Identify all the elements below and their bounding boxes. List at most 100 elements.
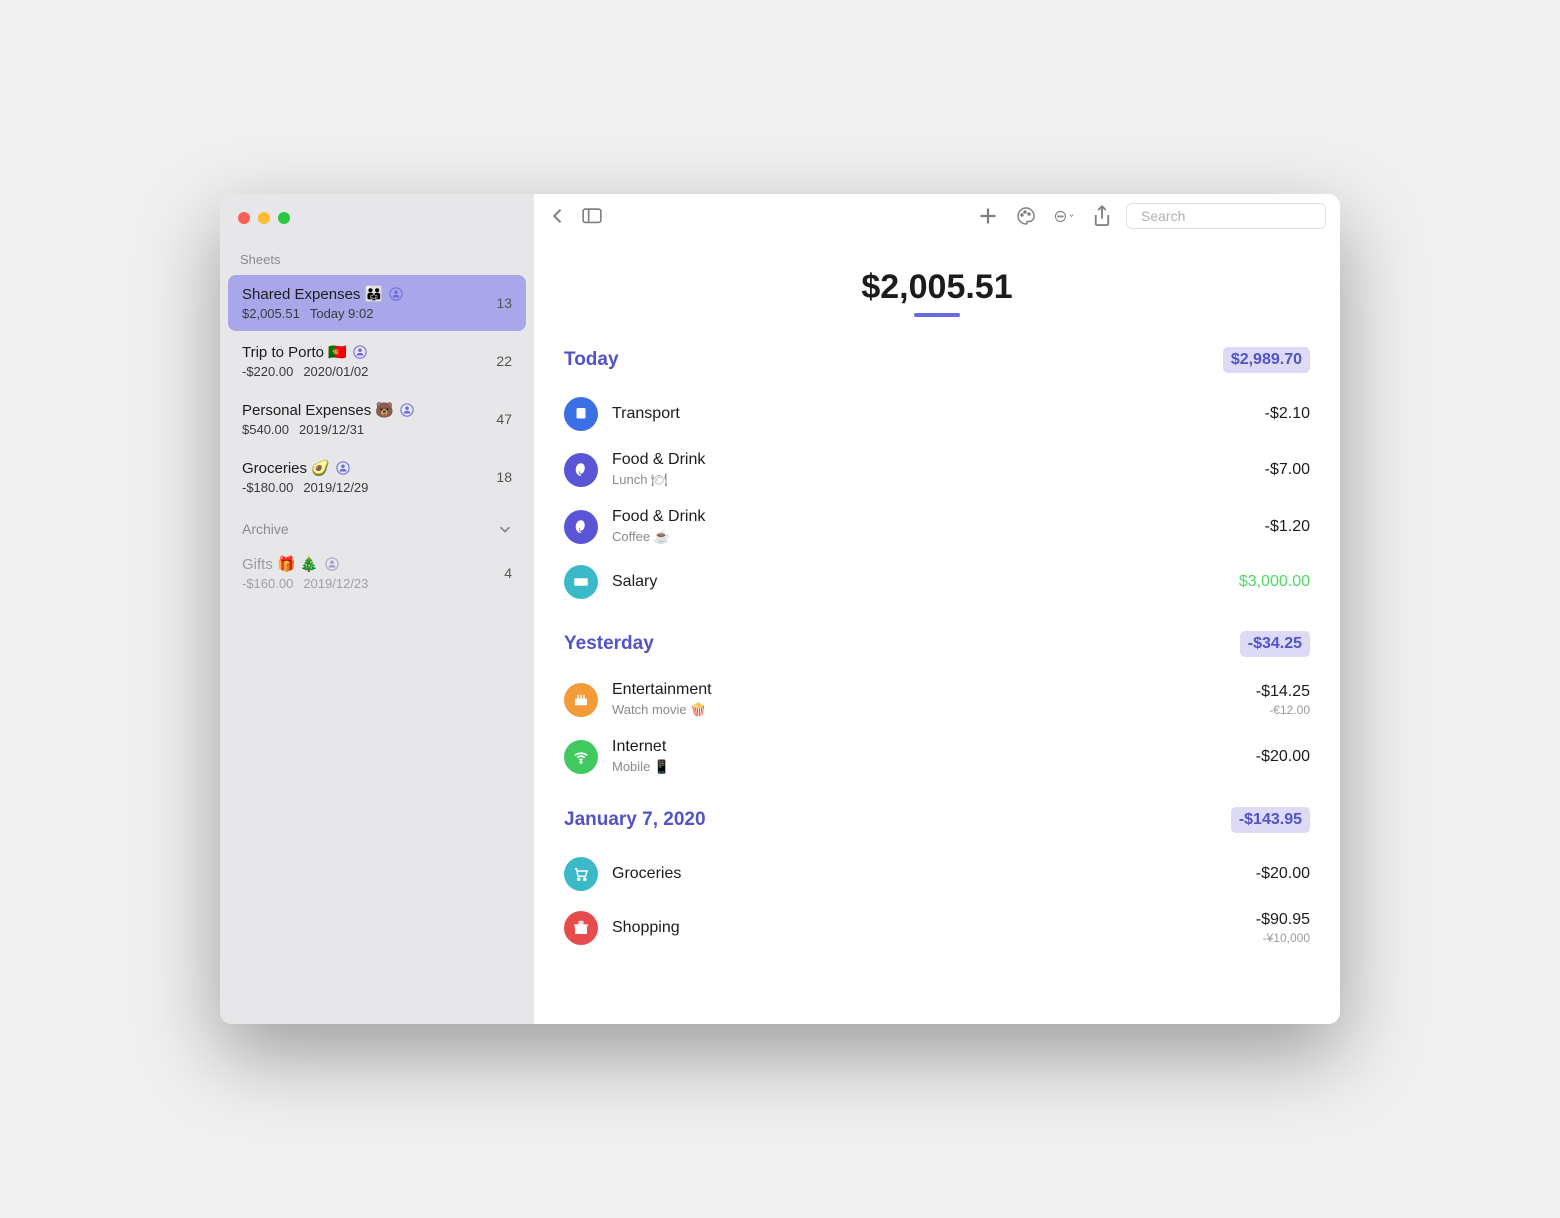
add-button[interactable] — [978, 206, 998, 226]
section-header: January 7, 2020 -$143.95 — [564, 807, 1310, 833]
sheet-total: $2,005.51 — [564, 268, 1310, 317]
sidebar-toggle-button[interactable] — [582, 206, 602, 226]
category-icon — [564, 857, 598, 891]
sheet-subtitle: -$180.00 2019/12/29 — [242, 480, 488, 495]
sheet-item[interactable]: Groceries 🥑 -$180.00 2019/12/29 18 — [228, 449, 526, 505]
transaction-info: Salary — [612, 573, 1225, 591]
app-window: Sheets Shared Expenses 👨‍👨‍👧 $2,005.51 Tod… — [220, 194, 1340, 1024]
more-menu-button[interactable] — [1054, 206, 1074, 226]
palette-button[interactable] — [1016, 206, 1036, 226]
transaction-amounts: -$20.00 — [1256, 748, 1310, 766]
section-sum: -$143.95 — [1231, 807, 1310, 833]
transaction-amount: -$20.00 — [1256, 748, 1310, 766]
minimize-window-button[interactable] — [258, 212, 270, 224]
transaction-info: Shopping — [612, 919, 1242, 937]
transaction-category: Groceries — [612, 865, 1242, 883]
maximize-window-button[interactable] — [278, 212, 290, 224]
total-amount: $2,005.51 — [564, 268, 1310, 307]
sheet-amount: -$160.00 — [242, 576, 293, 591]
transaction-note: Lunch 🍽 — [612, 472, 1251, 488]
search-input[interactable] — [1141, 208, 1322, 224]
transaction-row[interactable]: Food & Drink Coffee ☕ -$1.20 — [564, 498, 1310, 555]
transaction-category: Food & Drink — [612, 451, 1251, 469]
transaction-row[interactable]: Shopping -$90.95 -¥10,000 — [564, 901, 1310, 955]
sheet-amount: -$220.00 — [242, 364, 293, 379]
transaction-category: Transport — [612, 405, 1251, 423]
transaction-amounts: -$90.95 -¥10,000 — [1256, 911, 1310, 945]
transaction-category: Food & Drink — [612, 508, 1251, 526]
category-icon — [564, 740, 598, 774]
transaction-row[interactable]: Transport -$2.10 — [564, 387, 1310, 441]
sheet-item[interactable]: Trip to Porto 🇵🇹-$220.002020/01/0222 — [228, 333, 526, 389]
transaction-amounts: -$7.00 — [1265, 461, 1310, 479]
shared-icon — [336, 461, 350, 475]
transaction-amount: -$20.00 — [1256, 865, 1310, 883]
sheet-amount: $2,005.51 — [242, 306, 300, 321]
sheet-item[interactable]: Personal Expenses 🐻$540.002019/12/3147 — [228, 391, 526, 447]
sheet-subtitle: $540.00 2019/12/31 — [242, 422, 488, 437]
sheet-item[interactable]: Gifts 🎁 🎄 -$160.002019/12/234 — [228, 545, 526, 601]
transaction-info: Food & Drink Lunch 🍽 — [612, 451, 1251, 488]
transaction-amounts: -$14.25-€12.00 — [1256, 683, 1310, 717]
transaction-info: Groceries — [612, 865, 1242, 883]
sheet-amount: $540.00 — [242, 422, 289, 437]
share-button[interactable] — [1092, 206, 1112, 226]
sheet-date: 2019/12/29 — [303, 480, 368, 495]
shared-icon — [400, 403, 414, 417]
archive-toggle[interactable]: Archive — [220, 507, 534, 545]
category-icon — [564, 911, 598, 945]
transaction-row[interactable]: Entertainment Watch movie 🍿 -$14.25-€12.00 — [564, 671, 1310, 728]
section-title: Yesterday — [564, 633, 654, 655]
sheet-title: Trip to Porto 🇵🇹 — [242, 343, 488, 361]
transaction-amount-secondary: -€12.00 — [1256, 703, 1310, 717]
transaction-category: Shopping — [612, 919, 1242, 937]
sheet-title: Shared Expenses 👨‍👨‍👧 — [242, 285, 488, 303]
transaction-row[interactable]: Salary $3,000.00 — [564, 555, 1310, 609]
transaction-row[interactable]: Groceries -$20.00 — [564, 847, 1310, 901]
transaction-sections: Today$2,989.70 Transport -$2.10 Food & Drin… — [564, 347, 1310, 955]
transaction-row[interactable]: Food & Drink Lunch 🍽 -$7.00 — [564, 441, 1310, 498]
content-scroll[interactable]: $2,005.51 Today$2,989.70 Transport -$2.10 F… — [534, 238, 1340, 1024]
category-icon — [564, 510, 598, 544]
sheet-count: 18 — [488, 469, 512, 485]
transaction-note: Coffee ☕ — [612, 529, 1251, 545]
transaction-note: Mobile 📱 — [612, 759, 1242, 775]
transaction-category: Entertainment — [612, 681, 1242, 699]
sheet-count: 4 — [496, 565, 512, 581]
sheet-date: 2019/12/31 — [299, 422, 364, 437]
sheet-date: Today 9:02 — [310, 306, 374, 321]
toolbar-actions — [978, 206, 1112, 226]
close-window-button[interactable] — [238, 212, 250, 224]
transaction-amount: -$1.20 — [1265, 518, 1310, 536]
section-title: January 7, 2020 — [564, 809, 706, 831]
shared-icon — [325, 557, 339, 571]
transaction-amounts: -$1.20 — [1265, 518, 1310, 536]
sheet-subtitle: $2,005.51 Today 9:02 — [242, 306, 488, 321]
transaction-row[interactable]: InternetMobile 📱-$20.00 — [564, 728, 1310, 785]
sheet-count: 22 — [488, 353, 512, 369]
section-header: Yesterday-$34.25 — [564, 631, 1310, 657]
shared-icon — [389, 287, 403, 301]
sheet-title: Gifts 🎁 🎄 — [242, 555, 496, 573]
sheet-item[interactable]: Shared Expenses 👨‍👨‍👧 $2,005.51 Today 9:02… — [228, 275, 526, 331]
back-button[interactable] — [548, 206, 568, 226]
transaction-info: Entertainment Watch movie 🍿 — [612, 681, 1242, 718]
section-header: Today$2,989.70 — [564, 347, 1310, 373]
sheet-subtitle: -$160.002019/12/23 — [242, 576, 496, 591]
toolbar — [534, 194, 1340, 238]
transaction-note: Watch movie 🍿 — [612, 702, 1242, 718]
search-box[interactable] — [1126, 203, 1326, 229]
sheet-list: Shared Expenses 👨‍👨‍👧 $2,005.51 Today 9:02… — [220, 275, 534, 507]
transaction-info: Food & Drink Coffee ☕ — [612, 508, 1251, 545]
transaction-amount-secondary: -¥10,000 — [1256, 931, 1310, 945]
transaction-amount: -$2.10 — [1265, 405, 1310, 423]
chevron-down-icon — [498, 522, 512, 536]
sheet-count: 13 — [488, 295, 512, 311]
transaction-amount: -$90.95 — [1256, 911, 1310, 929]
sheet-amount: -$180.00 — [242, 480, 293, 495]
transaction-info: Transport — [612, 405, 1251, 423]
sidebar-section-header: Sheets — [220, 224, 534, 275]
window-controls — [220, 208, 534, 224]
sheet-title: Groceries 🥑 — [242, 459, 488, 477]
transaction-amounts: $3,000.00 — [1239, 573, 1310, 591]
